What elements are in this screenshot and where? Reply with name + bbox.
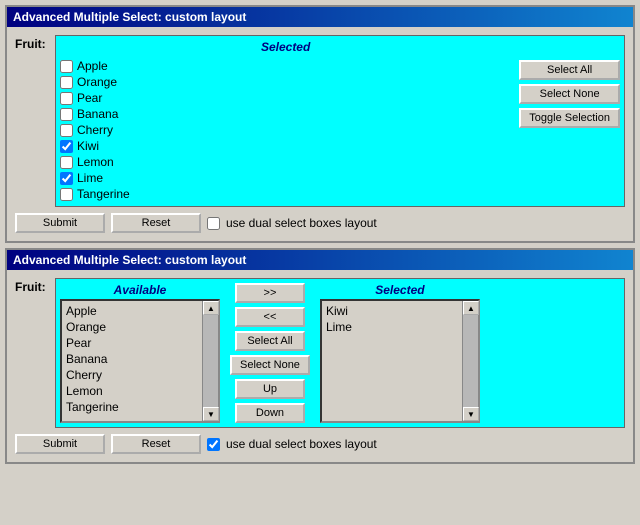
- list-item[interactable]: Cherry: [60, 122, 511, 138]
- button-group-2: >> << Select All Select None Up Down: [226, 283, 314, 423]
- selected-listbox-wrap: Kiwi Lime ▲ ▼: [320, 299, 480, 423]
- footer-1: Submit Reset use dual select boxes layou…: [15, 213, 625, 233]
- scroll-track[interactable]: [203, 315, 218, 407]
- fruit-label-1: Fruit:: [15, 35, 55, 51]
- banana-checkbox[interactable]: [60, 108, 73, 121]
- lime-label: Lime: [77, 171, 103, 185]
- list-item[interactable]: Pear: [64, 335, 200, 351]
- down-button[interactable]: Down: [235, 403, 305, 423]
- cherry-checkbox[interactable]: [60, 124, 73, 137]
- list-item[interactable]: Banana: [64, 351, 200, 367]
- scroll-track-2[interactable]: [463, 315, 478, 407]
- available-header: Available: [60, 283, 220, 297]
- toggle-button-1[interactable]: Toggle Selection: [519, 108, 620, 128]
- available-listbox-wrap: Apple Orange Pear Banana Cherry Lemon Ta…: [60, 299, 220, 423]
- dual-select-label-1: use dual select boxes layout: [226, 216, 377, 230]
- submit-button-2[interactable]: Submit: [15, 434, 105, 454]
- selected-col: Selected Kiwi Lime ▲ ▼: [320, 283, 480, 423]
- lime-checkbox[interactable]: [60, 172, 73, 185]
- list-item[interactable]: Kiwi: [324, 303, 460, 319]
- lemon-label: Lemon: [77, 155, 114, 169]
- select-none-button-1[interactable]: Select None: [519, 84, 620, 104]
- fruit-label-2: Fruit:: [15, 278, 55, 294]
- list-item[interactable]: Lime: [324, 319, 460, 335]
- tangerine-checkbox[interactable]: [60, 188, 73, 201]
- available-col: Available Apple Orange Pear Banana Cherr…: [60, 283, 220, 423]
- pear-label: Pear: [77, 91, 102, 105]
- list-item[interactable]: Cherry: [64, 367, 200, 383]
- scroll-up-arrow[interactable]: ▲: [203, 301, 219, 315]
- reset-button-1[interactable]: Reset: [111, 213, 201, 233]
- section2-title: Advanced Multiple Select: custom layout: [7, 250, 633, 270]
- list-item[interactable]: Apple: [64, 303, 200, 319]
- selected-header-1: Selected: [60, 40, 511, 54]
- selected-scrollbar[interactable]: ▲ ▼: [462, 301, 478, 421]
- apple-label: Apple: [77, 59, 108, 73]
- apple-checkbox[interactable]: [60, 60, 73, 73]
- pear-checkbox[interactable]: [60, 92, 73, 105]
- select-none-button-2[interactable]: Select None: [230, 355, 310, 375]
- lemon-checkbox[interactable]: [60, 156, 73, 169]
- scroll-down-arrow-2[interactable]: ▼: [463, 407, 479, 421]
- dual-select-checkbox-1[interactable]: [207, 217, 220, 230]
- list-item[interactable]: Orange: [60, 74, 511, 90]
- submit-button-1[interactable]: Submit: [15, 213, 105, 233]
- fruit-panel-1: Selected Apple Orange Pear: [55, 35, 625, 207]
- button-group-1: Select All Select None Toggle Selection: [519, 40, 620, 202]
- orange-checkbox[interactable]: [60, 76, 73, 89]
- section1-window: Advanced Multiple Select: custom layout …: [5, 5, 635, 243]
- orange-label: Orange: [77, 75, 117, 89]
- available-scrollbar[interactable]: ▲ ▼: [202, 301, 218, 421]
- available-listbox[interactable]: Apple Orange Pear Banana Cherry Lemon Ta…: [62, 301, 202, 421]
- selected-header-2: Selected: [320, 283, 480, 297]
- cherry-label: Cherry: [77, 123, 113, 137]
- list-item[interactable]: Banana: [60, 106, 511, 122]
- select-all-button-2[interactable]: Select All: [235, 331, 305, 351]
- list-item[interactable]: Tangerine: [60, 186, 511, 202]
- list-item[interactable]: Apple: [60, 58, 511, 74]
- list-item[interactable]: Lime: [60, 170, 511, 186]
- move-left-button[interactable]: <<: [235, 307, 305, 327]
- selected-listbox[interactable]: Kiwi Lime: [322, 301, 462, 421]
- list-item[interactable]: Kiwi: [60, 138, 511, 154]
- fruit-panel-2: Available Apple Orange Pear Banana Cherr…: [55, 278, 625, 428]
- dual-select-label-2: use dual select boxes layout: [226, 437, 377, 451]
- scroll-down-arrow[interactable]: ▼: [203, 407, 219, 421]
- section1-title: Advanced Multiple Select: custom layout: [7, 7, 633, 27]
- move-right-button[interactable]: >>: [235, 283, 305, 303]
- list-item[interactable]: Lemon: [60, 154, 511, 170]
- up-button[interactable]: Up: [235, 379, 305, 399]
- checkbox-list: Selected Apple Orange Pear: [60, 40, 511, 202]
- list-item[interactable]: Orange: [64, 319, 200, 335]
- footer-2: Submit Reset use dual select boxes layou…: [15, 434, 625, 454]
- section2-window: Advanced Multiple Select: custom layout …: [5, 248, 635, 464]
- kiwi-checkbox[interactable]: [60, 140, 73, 153]
- list-item[interactable]: Pear: [60, 90, 511, 106]
- reset-button-2[interactable]: Reset: [111, 434, 201, 454]
- list-item[interactable]: Tangerine: [64, 399, 200, 415]
- kiwi-label: Kiwi: [77, 139, 99, 153]
- dual-select-checkbox-2[interactable]: [207, 438, 220, 451]
- tangerine-label: Tangerine: [77, 187, 130, 201]
- scroll-up-arrow-2[interactable]: ▲: [463, 301, 479, 315]
- list-item[interactable]: Lemon: [64, 383, 200, 399]
- banana-label: Banana: [77, 107, 118, 121]
- select-all-button-1[interactable]: Select All: [519, 60, 620, 80]
